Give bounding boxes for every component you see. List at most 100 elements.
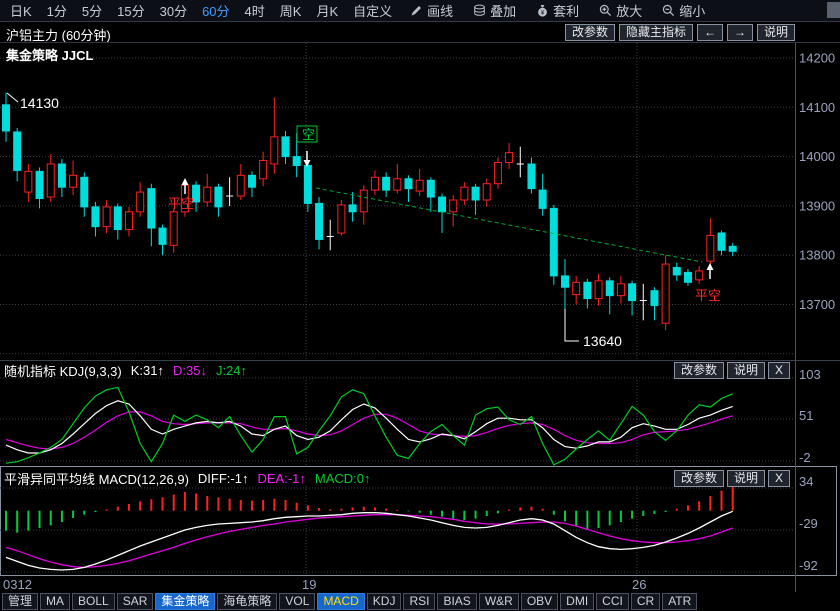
price-axis-label: 14000 [799, 149, 835, 164]
candle-body [394, 179, 401, 190]
kdj-title: 随机指标 KDJ(9,3,3) [4, 361, 122, 380]
window-corner-button[interactable] [827, 2, 840, 18]
kdj-button-说明[interactable]: 说明 [727, 362, 765, 379]
candle-body [383, 177, 390, 190]
annotation-arrowhead-close-short-2 [707, 263, 714, 270]
kdj-button-X[interactable]: X [768, 362, 790, 379]
period-周K[interactable]: 周K [280, 1, 302, 20]
tab-W&R[interactable]: W&R [479, 593, 519, 610]
tool-缩小[interactable]: 缩小 [662, 1, 705, 20]
candle-body [450, 200, 457, 212]
tab-OBV[interactable]: OBV [521, 593, 558, 610]
tool-label: 套利 [553, 1, 579, 20]
macd-title: 平滑异同平均线 MACD(12,26,9) [4, 469, 189, 488]
candle-body [405, 179, 412, 189]
kdj-j-line [6, 387, 733, 464]
candle-body [494, 163, 501, 184]
title-button-←[interactable]: ← [697, 24, 723, 41]
price-axis-label: 13800 [799, 248, 835, 263]
annotation-box-open-short [297, 126, 317, 142]
tool-放大[interactable]: 放大 [599, 1, 642, 20]
tool-叠加[interactable]: 叠加 [473, 1, 516, 20]
macd-button-说明[interactable]: 说明 [727, 470, 765, 487]
candle-body [181, 185, 188, 212]
tool-套利[interactable]: ¥套利 [536, 1, 579, 20]
annotation-text-low-label: 13640 [583, 333, 622, 349]
tab-RSI[interactable]: RSI [403, 593, 435, 610]
candle-body [528, 164, 535, 189]
candle-body [271, 137, 278, 164]
price-axis-label: 14100 [799, 100, 835, 115]
instrument-title: 沪铝主力 (60分钟) [6, 25, 111, 44]
period-30分[interactable]: 30分 [160, 1, 187, 20]
toolbar-tools: 画线 叠加 ¥套利 放大 缩小 [410, 1, 705, 20]
period-5分[interactable]: 5分 [82, 1, 102, 20]
title-button-说明[interactable]: 说明 [757, 24, 795, 41]
macd-button-X[interactable]: X [768, 470, 790, 487]
tab-KDJ[interactable]: KDJ [367, 593, 402, 610]
tool-画线[interactable]: 画线 [410, 1, 453, 20]
kdj-button-改参数[interactable]: 改参数 [674, 362, 724, 379]
period-自定义[interactable]: 自定义 [353, 1, 392, 20]
tab-MA[interactable]: MA [40, 593, 70, 610]
candle-body [237, 175, 244, 196]
candle-body [360, 190, 367, 212]
title-button-改参数[interactable]: 改参数 [565, 24, 615, 41]
tab-MACD[interactable]: MACD [317, 593, 364, 610]
macd-axis-label: 34 [799, 474, 813, 489]
title-button-隐藏主指标[interactable]: 隐藏主指标 [619, 24, 693, 41]
period-4时[interactable]: 4时 [245, 1, 265, 20]
candle-body [260, 161, 267, 179]
kdj-j-value: J:24↑ [216, 363, 247, 378]
candle-body [338, 205, 345, 233]
annotation-arrowhead-open-short [304, 160, 311, 167]
tab-管理[interactable]: 管理 [2, 593, 38, 610]
candle-body [718, 233, 725, 250]
candle-body [562, 276, 569, 287]
candle-body [215, 187, 222, 207]
candle-body [137, 192, 144, 212]
price-axis-label: 14200 [799, 51, 835, 66]
title-bar-buttons: 改参数隐藏主指标←→说明 [565, 24, 795, 41]
tab-CR[interactable]: CR [631, 593, 660, 610]
candle-body [248, 175, 255, 187]
tab-BOLL[interactable]: BOLL [72, 593, 115, 610]
tab-海龟策略[interactable]: 海龟策略 [217, 593, 277, 610]
tab-ATR[interactable]: ATR [662, 593, 697, 610]
kdj-axis-label: -2 [799, 450, 811, 465]
chart-canvas: 14200141001400013900138001370010351-234-… [0, 0, 840, 611]
period-60分[interactable]: 60分 [202, 1, 229, 20]
candle-body [170, 212, 177, 246]
title-button-→[interactable]: → [727, 24, 753, 41]
macd-button-改参数[interactable]: 改参数 [674, 470, 724, 487]
kdj-k-value: K:31↑ [131, 363, 164, 378]
period-日K[interactable]: 日K [10, 1, 32, 20]
zoom-out-icon [662, 4, 675, 17]
tab-集金策略[interactable]: 集金策略 [155, 593, 215, 610]
tab-SAR[interactable]: SAR [117, 593, 154, 610]
tab-DMI[interactable]: DMI [560, 593, 594, 610]
candle-body [92, 207, 99, 227]
candle-body [304, 165, 311, 203]
candle-body [293, 157, 300, 166]
kdj-axis-label: 51 [799, 408, 813, 423]
period-1分[interactable]: 1分 [47, 1, 67, 20]
kdj-header: 随机指标 KDJ(9,3,3) K:31↑ D:35↓ J:24↑ [4, 361, 247, 380]
period-月K[interactable]: 月K [316, 1, 338, 20]
candle-body [148, 189, 155, 228]
macd-macd-value: MACD:0↑ [315, 471, 371, 486]
candle-body [461, 187, 468, 200]
period-selector: 日K 1分 5分 15分 30分 60分 4时周K 月K 自定义 [10, 1, 392, 20]
candle-body [81, 177, 88, 207]
candle-body [707, 235, 714, 261]
macd-axis-label: -29 [799, 516, 818, 531]
pencil-icon [410, 4, 423, 17]
candle-body [629, 284, 636, 301]
x-axis-label-0312: 0312 [3, 577, 32, 592]
tab-CCI[interactable]: CCI [596, 593, 629, 610]
candle-body [729, 246, 736, 251]
tool-label: 叠加 [490, 1, 516, 20]
tab-BIAS[interactable]: BIAS [437, 593, 476, 610]
period-15分[interactable]: 15分 [117, 1, 144, 20]
tab-VOL[interactable]: VOL [279, 593, 315, 610]
